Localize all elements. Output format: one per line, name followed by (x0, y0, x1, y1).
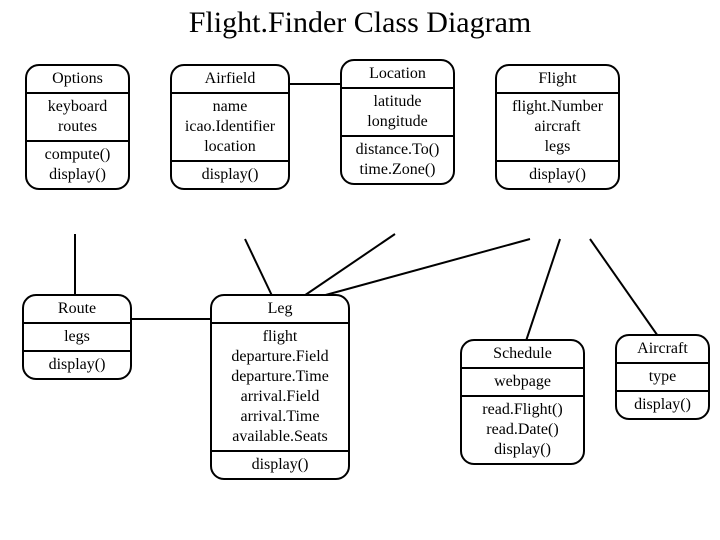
class-name: Schedule (462, 341, 583, 367)
class-methods: display() (617, 390, 708, 418)
attr: latitude (346, 92, 449, 112)
class-methods: read.Flight() read.Date() display() (462, 395, 583, 463)
class-methods: distance.To() time.Zone() (342, 135, 453, 183)
attr: arrival.Time (216, 407, 344, 427)
attr: departure.Field (216, 347, 344, 367)
class-leg: Leg flight departure.Field departure.Tim… (210, 294, 350, 480)
class-airfield: Airfield name icao.Identifier location d… (170, 64, 290, 190)
class-attrs: flight departure.Field departure.Time ar… (212, 322, 348, 450)
diagram-title: Flight.Finder Class Diagram (0, 0, 720, 44)
class-attrs: flight.Number aircraft legs (497, 92, 618, 160)
method: time.Zone() (346, 160, 449, 180)
attr: location (176, 137, 284, 157)
method: display() (466, 440, 579, 460)
class-attrs: webpage (462, 367, 583, 395)
attr: available.Seats (216, 427, 344, 447)
class-attrs: keyboard routes (27, 92, 128, 140)
class-name: Location (342, 61, 453, 87)
class-methods: display() (172, 160, 288, 188)
diagram-canvas: Options keyboard routes compute() displa… (0, 44, 720, 534)
attr: webpage (466, 372, 579, 392)
method: read.Date() (466, 420, 579, 440)
class-aircraft: Aircraft type display() (615, 334, 710, 420)
class-attrs: type (617, 362, 708, 390)
attr: type (621, 367, 704, 387)
class-attrs: latitude longitude (342, 87, 453, 135)
method: display() (501, 165, 614, 185)
attr: routes (31, 117, 124, 137)
method: display() (31, 165, 124, 185)
attr: flight (216, 327, 344, 347)
class-name: Leg (212, 296, 348, 322)
class-options: Options keyboard routes compute() displa… (25, 64, 130, 190)
method: read.Flight() (466, 400, 579, 420)
attr: longitude (346, 112, 449, 132)
class-name: Route (24, 296, 130, 322)
class-attrs: name icao.Identifier location (172, 92, 288, 160)
attr: name (176, 97, 284, 117)
method: display() (621, 395, 704, 415)
class-methods: display() (497, 160, 618, 188)
class-flight: Flight flight.Number aircraft legs displ… (495, 64, 620, 190)
method: distance.To() (346, 140, 449, 160)
class-attrs: legs (24, 322, 130, 350)
class-route: Route legs display() (22, 294, 132, 380)
attr: aircraft (501, 117, 614, 137)
attr: departure.Time (216, 367, 344, 387)
attr: keyboard (31, 97, 124, 117)
class-methods: display() (212, 450, 348, 478)
method: display() (176, 165, 284, 185)
attr: flight.Number (501, 97, 614, 117)
class-methods: compute() display() (27, 140, 128, 188)
attr: icao.Identifier (176, 117, 284, 137)
class-methods: display() (24, 350, 130, 378)
class-name: Flight (497, 66, 618, 92)
method: display() (216, 455, 344, 475)
class-schedule: Schedule webpage read.Flight() read.Date… (460, 339, 585, 465)
class-name: Airfield (172, 66, 288, 92)
method: compute() (31, 145, 124, 165)
attr: legs (28, 327, 126, 347)
class-name: Aircraft (617, 336, 708, 362)
attr: legs (501, 137, 614, 157)
class-location: Location latitude longitude distance.To(… (340, 59, 455, 185)
class-name: Options (27, 66, 128, 92)
attr: arrival.Field (216, 387, 344, 407)
method: display() (28, 355, 126, 375)
